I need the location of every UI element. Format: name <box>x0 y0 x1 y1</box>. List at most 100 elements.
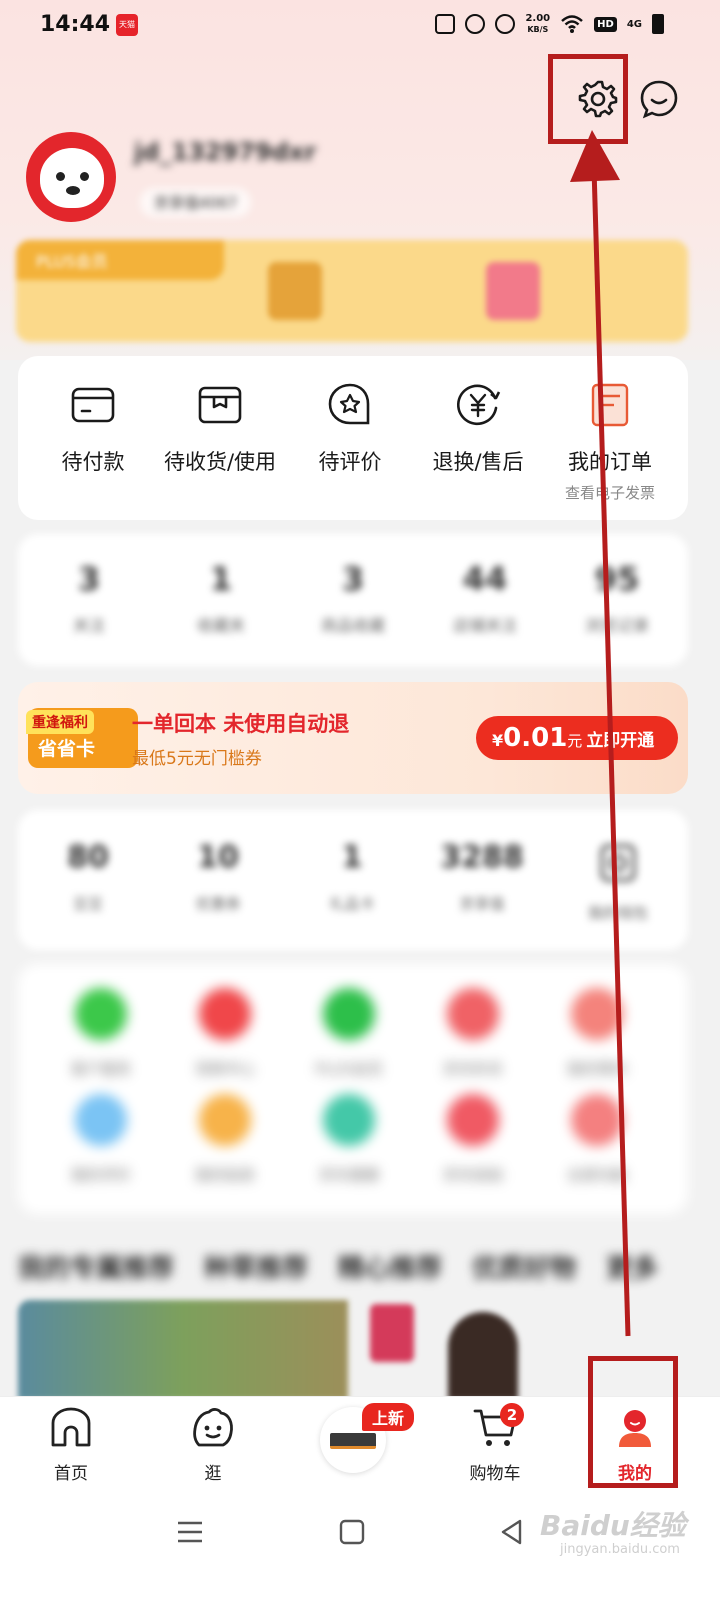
tool-item[interactable]: 领券中心 <box>170 988 280 1079</box>
asset-item[interactable]: 80 豆豆 <box>28 840 148 914</box>
stat-label: 关注 <box>72 616 105 635</box>
stat-item[interactable]: 3 商品收藏 <box>298 560 408 636</box>
vip-banner[interactable]: PLUS会员 <box>16 240 688 342</box>
stat-label: 商品收藏 <box>320 616 385 635</box>
recommend-tab[interactable]: 精心推荐 <box>338 1248 442 1288</box>
headphones-icon <box>465 14 486 34</box>
tool-label: 我的评价 <box>70 1166 131 1184</box>
wallet-icon <box>600 844 636 882</box>
nav-cart[interactable]: 购物车 <box>440 1405 550 1484</box>
product-card-image[interactable] <box>370 1304 414 1362</box>
tool-label: PLUS会员 <box>315 1060 383 1078</box>
avatar-eye-left <box>56 172 65 181</box>
order-label: 退换/售后 <box>432 450 524 474</box>
tool-label: 京东秒杀 <box>442 1060 503 1078</box>
back-triangle-icon[interactable] <box>496 1516 528 1548</box>
tool-item[interactable]: 我的评价 <box>46 1094 156 1185</box>
tool-item[interactable]: 京东秒杀 <box>418 988 528 1079</box>
tool-icon <box>447 988 499 1040</box>
recommend-tab[interactable]: 优质好物 <box>472 1248 576 1288</box>
status-icons: 2.00 KB/S HD 4G <box>435 13 664 35</box>
stat-value: 3 <box>77 560 101 598</box>
tool-label: 客户服务 <box>70 1060 131 1078</box>
orders-card: 待付款 待收货/使用 待评价 退换/售后 我的订单 查看电子发票 <box>18 356 688 520</box>
notification-app-icon: 天猫 <box>116 14 138 36</box>
stat-label: 浏览记录 <box>584 616 649 635</box>
tool-item[interactable]: 我的拍卖 <box>170 1094 280 1185</box>
network-speed-unit: KB/S <box>527 25 549 34</box>
order-pending-receipt[interactable]: 待收货/使用 <box>150 382 290 476</box>
avatar[interactable] <box>26 132 116 222</box>
order-refund[interactable]: 退换/售后 <box>408 382 548 476</box>
avatar-eye-right <box>80 172 89 181</box>
stat-value: 3 <box>341 560 365 598</box>
order-pending-payment[interactable]: 待付款 <box>23 382 163 476</box>
product-card-image[interactable] <box>18 1300 348 1400</box>
vip-benefit-thumb <box>268 262 322 320</box>
nav-explore[interactable]: 逛 <box>158 1405 268 1484</box>
hd-icon: HD <box>594 16 617 32</box>
order-pending-review[interactable]: 待评价 <box>280 382 420 476</box>
featured-product-icon <box>330 1433 376 1449</box>
network-type: 4G <box>626 18 642 30</box>
price-value: 0.01 <box>503 723 568 753</box>
home-square-icon[interactable] <box>336 1516 368 1548</box>
asset-label: 京享值 <box>459 895 505 913</box>
asset-item[interactable]: 10 优惠券 <box>158 840 278 914</box>
message-icon[interactable] <box>638 78 680 120</box>
asset-label: 优惠券 <box>195 895 241 913</box>
asset-item[interactable]: 3288 京享值 <box>422 840 542 914</box>
stat-value: 1 <box>209 560 233 598</box>
tool-item[interactable]: 我的预约 <box>542 988 652 1079</box>
asset-label: 礼品卡 <box>329 895 375 913</box>
stat-item[interactable]: 3 关注 <box>34 560 144 636</box>
explore-icon <box>193 1408 233 1447</box>
tool-icon <box>199 1094 251 1146</box>
activate-button[interactable]: ¥0.01元 立即开通 <box>476 716 678 760</box>
promo-subtitle: 最低5元无门槛券 <box>132 749 262 769</box>
nav-label: 购物车 <box>469 1464 521 1484</box>
recommend-tab[interactable]: 更多 <box>606 1248 658 1288</box>
nav-home[interactable]: 首页 <box>16 1405 126 1484</box>
tool-item[interactable]: 客户服务 <box>46 988 156 1079</box>
review-icon <box>328 383 370 425</box>
my-orders[interactable]: 我的订单 查看电子发票 <box>540 382 680 503</box>
asset-item[interactable]: 我的钱包 <box>558 840 678 923</box>
tool-label: 领券中心 <box>194 1060 255 1078</box>
stat-label: 店铺关注 <box>452 616 517 635</box>
tool-item[interactable]: PLUS会员 <box>294 988 404 1079</box>
nav-label: 逛 <box>204 1464 222 1484</box>
nfc-icon <box>435 14 456 34</box>
asset-value: 3288 <box>440 840 524 875</box>
promo-badge-top: 重逢福利 <box>26 710 94 734</box>
tool-item[interactable]: 京东拍拍 <box>418 1094 528 1185</box>
recommend-tab[interactable]: 种草推荐 <box>204 1248 308 1288</box>
package-icon <box>198 386 242 424</box>
savings-card-promo[interactable]: 重逢福利 省省卡 一单回本 未使用自动退 最低5元无门槛券 ¥0.01元 立即开通 <box>18 682 688 794</box>
tools-grid: 客户服务 领券中心 PLUS会员 京东秒杀 我的预约 我的评价 我的拍卖 京东健… <box>18 964 688 1214</box>
tool-icon <box>447 1094 499 1146</box>
refund-icon <box>456 384 501 426</box>
tool-item[interactable]: 京东健康 <box>294 1094 404 1185</box>
order-label: 待评价 <box>318 450 382 474</box>
order-label: 待付款 <box>61 450 125 474</box>
order-sub-label: 查看电子发票 <box>564 484 655 502</box>
menu-icon[interactable] <box>174 1516 206 1548</box>
asset-item[interactable]: 1 礼品卡 <box>292 840 412 914</box>
asset-value: 1 <box>341 840 363 875</box>
recommend-tab[interactable]: 我的专属推荐 <box>18 1248 174 1288</box>
stat-item[interactable]: 44 店铺关注 <box>430 560 540 636</box>
tool-icon <box>75 988 127 1040</box>
tool-item[interactable]: 全部功能 <box>542 1094 652 1185</box>
promo-badge-main: 省省卡 <box>38 738 96 760</box>
stat-item[interactable]: 95 浏览记录 <box>562 560 672 636</box>
user-level-badge[interactable]: 京享值4067 <box>140 188 252 217</box>
promo-title: 一单回本 未使用自动退 <box>132 712 350 736</box>
stats-card: 3 关注 1 收藏夹 3 商品收藏 44 店铺关注 95 浏览记录 <box>18 534 688 666</box>
asset-label: 我的钱包 <box>587 904 648 922</box>
new-badge: 上新 <box>362 1403 415 1431</box>
username[interactable]: jd_132979dxr <box>134 138 316 166</box>
stat-item[interactable]: 1 收藏夹 <box>166 560 276 636</box>
tool-icon <box>199 988 251 1040</box>
product-card-image[interactable] <box>448 1312 518 1400</box>
